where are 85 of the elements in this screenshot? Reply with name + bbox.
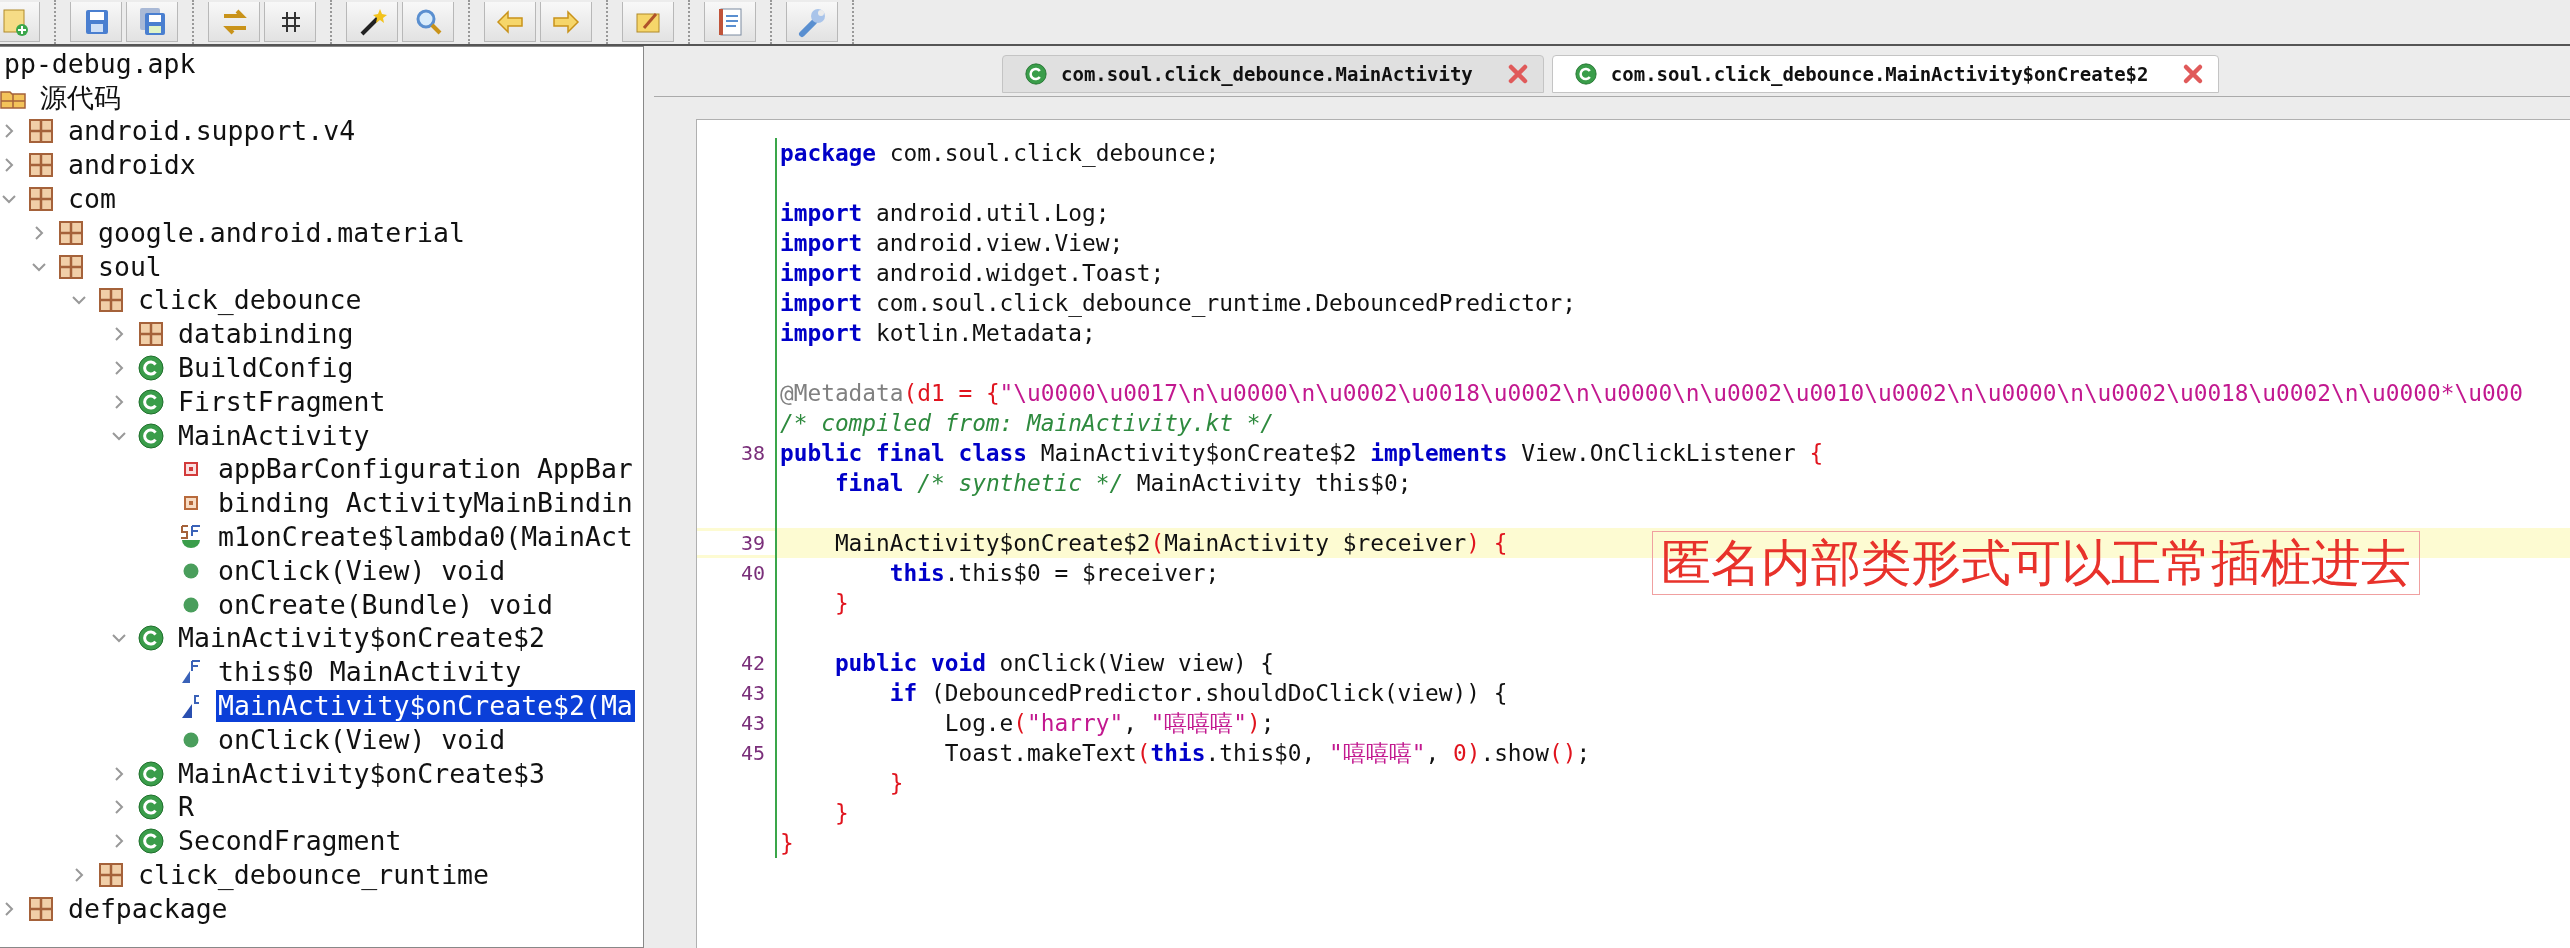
tree-item[interactable]: MainActivity$onCreate$3 bbox=[176, 757, 547, 790]
tree-item[interactable]: pp-debug.apk bbox=[2, 47, 198, 80]
tree-item[interactable]: MainActivity$onCreate$2 bbox=[176, 622, 547, 655]
code-line: public void onClick(View view) { bbox=[833, 650, 1275, 676]
line-number: 39 bbox=[740, 531, 765, 555]
package-icon bbox=[58, 219, 84, 246]
code-line: MainActivity$onCreate$2(MainActivity $receiver) { bbox=[833, 530, 1508, 556]
class-icon bbox=[138, 760, 164, 787]
tree-item[interactable]: binding ActivityMainBindin bbox=[216, 487, 635, 520]
class-icon bbox=[1025, 63, 1047, 85]
tree-item[interactable]: databinding bbox=[176, 318, 356, 351]
tree-item[interactable]: FirstFragment bbox=[176, 385, 388, 418]
package-icon bbox=[98, 287, 124, 314]
tree-item[interactable]: click_debounce_runtime bbox=[136, 859, 491, 891]
method-icon bbox=[183, 562, 199, 579]
tree-item[interactable]: SecondFragment bbox=[176, 825, 404, 858]
tree-item[interactable]: defpackage bbox=[66, 892, 230, 925]
code-line: if (DebouncedPredictor.shouldDoClick(view)) { bbox=[888, 680, 1508, 706]
tree-item[interactable]: this$0 MainActivity bbox=[216, 656, 524, 689]
toolbar-button[interactable] bbox=[346, 2, 398, 42]
tree-item[interactable]: onCreate(Bundle) void bbox=[216, 588, 556, 621]
package-icon bbox=[28, 118, 54, 145]
line-number: 40 bbox=[740, 561, 765, 585]
tree-item[interactable]: onClick(View) void bbox=[216, 723, 508, 756]
code-line: import android.view.View; bbox=[780, 230, 1124, 256]
code-line: import android.util.Log; bbox=[780, 200, 1110, 226]
method-icon bbox=[183, 731, 199, 748]
tree-item[interactable]: MainActivity$onCreate$2(Ma bbox=[216, 690, 635, 723]
tree-item[interactable]: click_debounce bbox=[136, 284, 364, 317]
tree-item[interactable]: soul bbox=[96, 250, 164, 283]
tree-item[interactable]: 源代码 bbox=[38, 81, 123, 114]
code-line: public final class MainActivity$onCreate$2 implements View.OnClickListener { bbox=[780, 440, 1824, 466]
code-line: /* compiled from: MainActivity.kt */ bbox=[780, 410, 1275, 436]
tree-item[interactable]: R bbox=[176, 791, 196, 824]
package-icon bbox=[58, 253, 84, 280]
class-icon bbox=[138, 388, 164, 415]
line-number: 45 bbox=[740, 741, 765, 765]
class-icon bbox=[138, 625, 164, 652]
code-line: @Metadata(d1 = {"\u0000\u0017\n\u0000\n\u0002\u0018\u0002\n\u0000\n\u0002\u0010\u0002\n\u0000\n\u0002\u0018\u0002\n\u0000*\u000 bbox=[780, 380, 2524, 406]
line-number: 38 bbox=[740, 441, 765, 465]
class-icon bbox=[138, 828, 164, 855]
code-line: } bbox=[888, 770, 904, 796]
code-line: this.this$0 = $receiver; bbox=[888, 560, 1220, 586]
field-icon bbox=[184, 496, 198, 511]
toolbar-button[interactable] bbox=[264, 2, 316, 42]
package-icon bbox=[28, 186, 54, 213]
code-line: import android.widget.Toast; bbox=[780, 260, 1165, 286]
package-icon bbox=[138, 321, 164, 348]
tree-item[interactable]: com bbox=[66, 183, 118, 216]
tree-item[interactable]: appBarConfiguration AppBar bbox=[216, 453, 635, 486]
code-line: } bbox=[780, 830, 794, 856]
package-icon bbox=[98, 862, 124, 888]
code-line: Log.e("harry", "嘻嘻嘻"); bbox=[943, 708, 1275, 738]
close-icon[interactable] bbox=[1506, 63, 1529, 85]
constructor-icon bbox=[180, 693, 202, 720]
line-number: 42 bbox=[740, 651, 765, 675]
code-line: final /* synthetic */ MainActivity this$0; bbox=[833, 470, 1412, 496]
tree-item[interactable]: MainActivity bbox=[176, 419, 372, 452]
editor-tab[interactable]: com.soul.click_debounce.MainActivity$onCreate$2 bbox=[1551, 55, 2220, 93]
code-line: import com.soul.click_debounce_runtime.DebouncedPredictor; bbox=[780, 290, 1577, 316]
package-icon bbox=[28, 895, 54, 922]
method-icon bbox=[183, 596, 199, 613]
tree-item[interactable]: androidx bbox=[66, 149, 198, 182]
class-icon bbox=[1574, 63, 1597, 85]
tree-item[interactable]: BuildConfig bbox=[176, 352, 356, 385]
code-line: import kotlin.Metadata; bbox=[780, 320, 1096, 346]
code-line: package com.soul.click_debounce; bbox=[780, 140, 1220, 166]
code-line: } bbox=[833, 590, 849, 616]
tree-item[interactable]: google.android.material bbox=[96, 216, 467, 249]
field-icon bbox=[184, 462, 198, 477]
line-number: 43 bbox=[740, 681, 765, 705]
field-icon bbox=[180, 659, 202, 686]
tree-item[interactable]: m1onCreate$lambda0(MainAct bbox=[216, 521, 635, 554]
package-icon bbox=[28, 152, 54, 179]
class-icon bbox=[138, 355, 164, 382]
class-icon bbox=[138, 422, 164, 449]
tree-item[interactable]: onClick(View) void bbox=[216, 554, 508, 587]
editor-tab[interactable]: com.soul.click_debounce.MainActivity bbox=[1002, 55, 1544, 93]
line-number: 43 bbox=[740, 711, 765, 735]
annotation-callout: 匿名内部类形式可以正常插桩进去 bbox=[1652, 531, 2420, 595]
class-icon bbox=[138, 794, 164, 821]
code-line: } bbox=[833, 800, 849, 826]
code-line: Toast.makeText(this.this$0, "嘻嘻嘻", 0).show(); bbox=[943, 738, 1591, 768]
tree-item[interactable]: android.support.v4 bbox=[66, 115, 358, 148]
close-icon[interactable] bbox=[2182, 63, 2205, 85]
